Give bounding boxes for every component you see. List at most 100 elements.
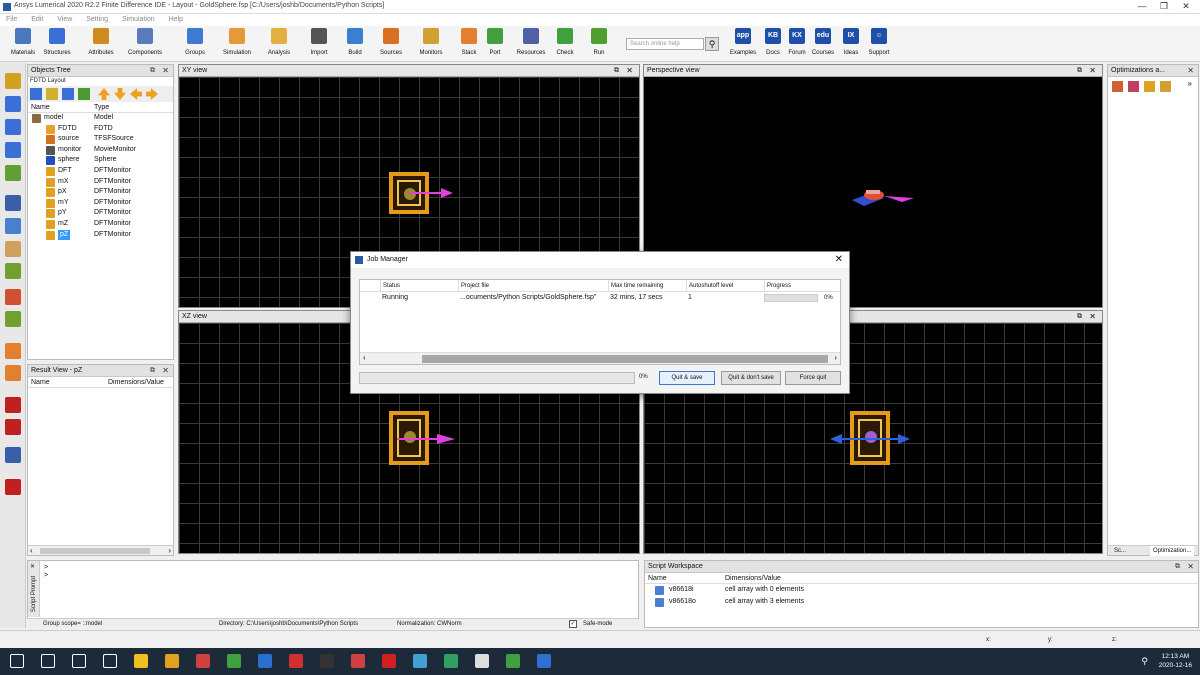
col-name[interactable]: Name [31, 102, 50, 113]
scroll-left-icon[interactable]: ‹ [30, 546, 33, 555]
tree-item-mx[interactable]: mX DFTMonitor [28, 177, 173, 188]
job-manager-close-button[interactable]: ✕ [835, 252, 843, 268]
tree-script-icon[interactable] [78, 88, 90, 100]
zoom-icon[interactable] [5, 218, 21, 234]
menu-setting[interactable]: Setting [86, 14, 108, 26]
system-clock[interactable]: 12:13 AM 2020-12-16 [1159, 652, 1192, 670]
col-dimensions[interactable]: Dimensions/Value [725, 573, 781, 584]
tree-item-px[interactable]: pX DFTMonitor [28, 187, 173, 198]
tree-item-source[interactable]: source TFSFSource [28, 134, 173, 145]
layout-icon[interactable] [5, 365, 21, 381]
toolbar-sources-button[interactable]: Sources [374, 28, 408, 56]
toolbar-simulation-button[interactable]: Simulation [220, 28, 254, 56]
array-icon[interactable] [5, 142, 21, 158]
toolbar-import-button[interactable]: Import [302, 28, 336, 56]
close-icon[interactable]: ✕ [1187, 561, 1194, 573]
float-icon[interactable]: ⧉ [150, 365, 155, 377]
col-name[interactable]: Name [648, 573, 667, 584]
opt-link-icon[interactable] [1160, 81, 1171, 92]
safe-mode-checkbox[interactable]: ✓ [569, 620, 577, 628]
opt-optimize-icon[interactable] [1128, 81, 1139, 92]
col-max-time[interactable]: Max time remaining [608, 280, 686, 292]
tree-structure-icon[interactable] [30, 88, 42, 100]
draw-icon[interactable] [5, 73, 21, 89]
horizontal-scrollbar[interactable]: ‹ › [28, 545, 173, 555]
col-name[interactable]: Name [31, 377, 50, 388]
pan-hand-icon[interactable] [5, 241, 21, 257]
taskbar-settings-icon[interactable] [475, 654, 489, 668]
taskbar-gear-icon[interactable] [351, 654, 365, 668]
toolbar-attributes-button[interactable]: Attributes [84, 28, 118, 56]
scroll-thumb[interactable] [422, 355, 828, 363]
quit-save-button[interactable]: Quit & save [659, 371, 715, 385]
tab-optimization[interactable]: Optimization... [1150, 546, 1195, 556]
taskbar-python-icon[interactable] [506, 654, 520, 668]
menu-help[interactable]: Help [169, 14, 183, 26]
toolbar-support-button[interactable]: ☺ Support [862, 28, 896, 56]
close-icon[interactable]: ✕ [162, 65, 169, 77]
network-icon[interactable]: ⚲ [1141, 656, 1148, 667]
col-type[interactable]: Type [94, 102, 109, 113]
taskbar-pdf-reader-icon[interactable] [382, 654, 396, 668]
view-column-icon[interactable] [5, 479, 21, 495]
float-icon[interactable]: ⧉ [1077, 311, 1082, 323]
menu-simulation[interactable]: Simulation [122, 14, 155, 26]
scroll-thumb[interactable] [40, 548, 150, 554]
toolbar-components-button[interactable]: Components [128, 28, 162, 56]
toolbar-port-button[interactable]: Port [478, 28, 512, 56]
script-prompt-input[interactable]: > > [44, 564, 48, 580]
job-table-scrollbar[interactable]: ‹ › [360, 352, 840, 364]
scroll-left-icon[interactable]: ‹ [363, 353, 366, 362]
minimize-button[interactable]: — [1132, 1, 1152, 11]
workspace-row[interactable]: v86618i cell array with 0 elements [645, 584, 1198, 596]
view-single-icon[interactable] [5, 397, 21, 413]
close-icon[interactable]: ✕ [30, 563, 35, 570]
trash-icon[interactable] [5, 165, 21, 181]
ruler-icon[interactable] [5, 263, 21, 279]
taskbar-terminal-icon[interactable] [320, 654, 334, 668]
col-status[interactable]: Status [380, 280, 458, 292]
toolbar-groups-button[interactable]: Groups [178, 28, 212, 56]
taskbar-start-icon[interactable] [10, 654, 24, 668]
tree-analysis-icon[interactable] [62, 88, 74, 100]
view-split-icon[interactable] [5, 419, 21, 435]
view-quad-icon[interactable] [5, 447, 21, 463]
col-progress[interactable]: Progress [764, 280, 840, 292]
tab-script[interactable]: Sc... [1114, 546, 1126, 556]
col-autoshutoff[interactable]: Autoshutoff level [686, 280, 764, 292]
float-icon[interactable]: ⧉ [1077, 65, 1082, 77]
close-icon[interactable]: ✕ [162, 365, 169, 377]
grid-icon[interactable] [5, 343, 21, 359]
tree-item-model[interactable]: model Model [28, 113, 173, 124]
taskbar-network-tool-icon[interactable] [413, 654, 427, 668]
tree-item-dft[interactable]: DFT DFTMonitor [28, 166, 173, 177]
close-icon[interactable]: ✕ [1089, 311, 1096, 323]
col-project-file[interactable]: Project file [458, 280, 608, 292]
float-icon[interactable]: ⧉ [1175, 561, 1180, 573]
job-row[interactable]: Running ...ocuments/Python Scripts/GoldS… [360, 292, 840, 304]
fit-icon[interactable] [5, 311, 21, 327]
toolbar-materials-button[interactable]: Materials [6, 28, 40, 56]
zoom-extent-icon[interactable] [5, 289, 21, 305]
close-icon[interactable]: ✕ [1187, 65, 1194, 77]
toolbar-examples-button[interactable]: app Examples [726, 28, 760, 56]
col-dimensions[interactable]: Dimensions/Value [108, 377, 164, 388]
tree-item-sphere[interactable]: sphere Sphere [28, 155, 173, 166]
stack-icon[interactable] [5, 96, 21, 112]
close-button[interactable]: ✕ [1176, 1, 1196, 12]
taskbar-file-explorer-icon[interactable] [165, 654, 179, 668]
arrow-left-icon[interactable] [130, 88, 142, 100]
taskbar-word-icon[interactable] [258, 654, 272, 668]
opt-chart-icon[interactable] [1144, 81, 1155, 92]
taskbar-spreadsheet-icon[interactable] [444, 654, 458, 668]
menu-edit[interactable]: Edit [31, 14, 43, 26]
taskbar-cortana-icon[interactable] [72, 654, 86, 668]
quit-dont-save-button[interactable]: Quit & don't save [721, 371, 781, 385]
close-icon[interactable]: ✕ [1089, 65, 1096, 77]
menu-file[interactable]: File [6, 14, 17, 26]
tree-item-mz[interactable]: mZ DFTMonitor [28, 219, 173, 230]
taskbar-lumerical-icon[interactable] [537, 654, 551, 668]
select-arrow-icon[interactable] [5, 195, 21, 211]
arrow-right-icon[interactable] [146, 88, 158, 100]
float-icon[interactable]: ⧉ [150, 65, 155, 77]
